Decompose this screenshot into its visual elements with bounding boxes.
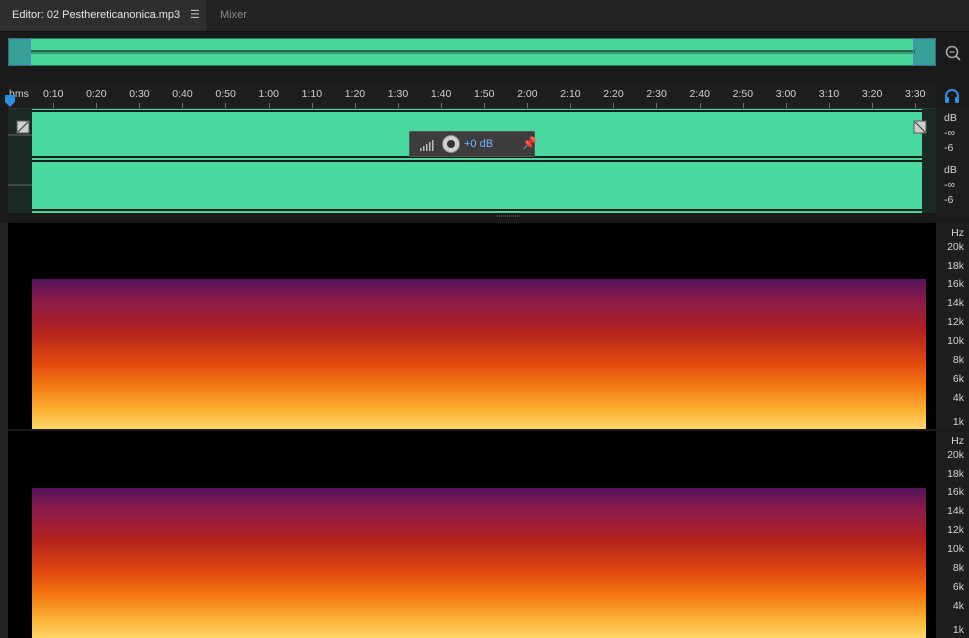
ruler-tick xyxy=(570,103,572,108)
overview-waveform-line xyxy=(31,50,915,54)
hz-label: 12k xyxy=(947,524,964,536)
hz-label: 10k xyxy=(947,543,964,555)
spectral-left-strip xyxy=(0,223,8,638)
ruler-tick-label: 1:10 xyxy=(301,88,323,100)
hz-label: Hz xyxy=(951,227,964,239)
ruler-tick-label: 0:10 xyxy=(43,88,64,100)
hz-label: 18k xyxy=(947,468,964,480)
hz-label: Hz xyxy=(951,435,964,447)
spectral-energy xyxy=(32,279,926,429)
ruler-tick xyxy=(268,103,270,108)
db-label: -6 xyxy=(944,142,954,154)
ruler-tick-label: 1:50 xyxy=(474,88,495,100)
spectral-view-right[interactable] xyxy=(8,431,936,638)
ruler-tick xyxy=(656,103,658,108)
hz-label: 20k xyxy=(947,241,964,253)
overview-start-handle[interactable] xyxy=(9,39,31,65)
spectral-energy xyxy=(32,488,926,638)
hz-label: 6k xyxy=(952,581,964,593)
waveform-lines xyxy=(8,110,927,211)
ruler-tick xyxy=(96,103,98,108)
frequency-scale: Hz 20k 18k 16k 14k 12k 10k 8k 6k 4k 1k xyxy=(936,223,969,429)
hz-label: 10k xyxy=(947,335,964,347)
hz-label: 18k xyxy=(947,260,964,272)
ruler-tick-label: 2:40 xyxy=(689,88,710,100)
ruler-tick xyxy=(915,103,916,108)
ruler-tick-label: 2:50 xyxy=(732,88,754,100)
tab-bar: Editor: 02 Pesthereticanonica.mp3 ☰ Mixe… xyxy=(0,0,969,32)
ruler-tick xyxy=(311,103,313,108)
ruler-tick-label: 3:10 xyxy=(818,88,840,100)
ruler-tick xyxy=(742,103,744,108)
hz-label: 20k xyxy=(947,449,964,461)
hz-label: 4k xyxy=(952,392,964,404)
ruler-tick xyxy=(785,103,787,108)
ruler-tick-label: 3:00 xyxy=(775,88,797,100)
db-label: -6 xyxy=(944,194,954,206)
overview-end-handle[interactable] xyxy=(913,39,935,65)
ruler-tick xyxy=(828,103,830,108)
overview-waveform[interactable] xyxy=(8,38,936,66)
panel-resize-grip[interactable] xyxy=(497,214,521,218)
pin-icon[interactable]: 📌 xyxy=(522,136,537,150)
ruler-tick-label: 1:00 xyxy=(258,88,279,100)
hz-label: 8k xyxy=(952,354,964,366)
ruler-tick-label: 0:30 xyxy=(129,88,150,100)
hz-label: 16k xyxy=(947,486,964,498)
headphones-icon[interactable] xyxy=(943,88,961,104)
ruler-tick xyxy=(527,103,529,108)
frequency-scale: Hz 20k 18k 16k 14k 12k 10k 8k 6k 4k 1k xyxy=(936,431,969,638)
tab-editor-label: Editor: 02 Pesthereticanonica.mp3 xyxy=(12,9,181,21)
ruler-tick xyxy=(53,103,54,108)
menu-icon[interactable]: ☰ xyxy=(190,0,200,31)
tab-mixer-label: Mixer xyxy=(220,9,247,21)
ruler-tick xyxy=(225,103,227,108)
ruler-tick-label: 2:20 xyxy=(603,88,624,100)
ruler-tick-label: 1:40 xyxy=(430,88,452,100)
tab-editor[interactable]: Editor: 02 Pesthereticanonica.mp3 ☰ xyxy=(0,0,206,31)
ruler-tick xyxy=(182,103,184,108)
hz-label: 4k xyxy=(952,600,964,612)
ruler-tick xyxy=(613,103,615,108)
ruler-tick-label: 2:00 xyxy=(517,88,538,100)
ruler-tick-label: 0:20 xyxy=(86,88,107,100)
ruler-tick xyxy=(139,103,141,108)
tab-mixer[interactable]: Mixer xyxy=(220,0,247,31)
db-scale: dB -∞ -6 dB -∞ -6 xyxy=(936,109,969,217)
ruler-tick-label: 1:30 xyxy=(387,88,409,100)
time-ruler[interactable]: hms 0:10 0:20 0:30 0:40 0:50 1:00 1:10 1:20 1:30… xyxy=(8,84,936,109)
volume-value: +0 dB xyxy=(464,138,494,150)
db-label: -∞ xyxy=(944,127,955,139)
hz-label: 1k xyxy=(952,624,964,636)
ruler-tick xyxy=(871,103,873,108)
volume-knob-icon[interactable] xyxy=(441,134,461,154)
playhead-marker[interactable] xyxy=(5,95,15,107)
hz-label: 14k xyxy=(947,505,964,517)
ruler-tick xyxy=(354,103,356,108)
hz-label: 16k xyxy=(947,278,964,290)
spectral-view-left[interactable] xyxy=(8,223,936,429)
waveform-view[interactable] xyxy=(8,109,936,213)
ruler-tick xyxy=(440,103,442,108)
ruler-tick-label: 2:10 xyxy=(560,88,581,100)
ruler-tick xyxy=(397,103,399,108)
ruler-tick-label: 0:40 xyxy=(172,88,193,100)
hz-label: 1k xyxy=(952,416,964,428)
hz-label: 14k xyxy=(947,297,964,309)
ruler-tick-label: 1:20 xyxy=(344,88,366,100)
volume-hud[interactable]: +0 dB 📌 xyxy=(409,131,537,157)
ruler-tick-label: 3:20 xyxy=(861,88,883,100)
ruler-tick xyxy=(699,103,701,108)
zoom-icon[interactable] xyxy=(943,43,963,63)
hz-label: 6k xyxy=(952,373,964,385)
ruler-tick xyxy=(484,103,485,108)
db-label: dB xyxy=(944,112,957,124)
db-label: -∞ xyxy=(944,179,955,191)
hz-label: 8k xyxy=(952,562,964,574)
ruler-tick-label: 2:30 xyxy=(646,88,667,100)
db-label: dB xyxy=(944,164,957,176)
ruler-tick-label: 3:30 xyxy=(905,88,926,100)
hz-label: 12k xyxy=(947,316,964,328)
ruler-tick-label: 0:50 xyxy=(215,88,236,100)
